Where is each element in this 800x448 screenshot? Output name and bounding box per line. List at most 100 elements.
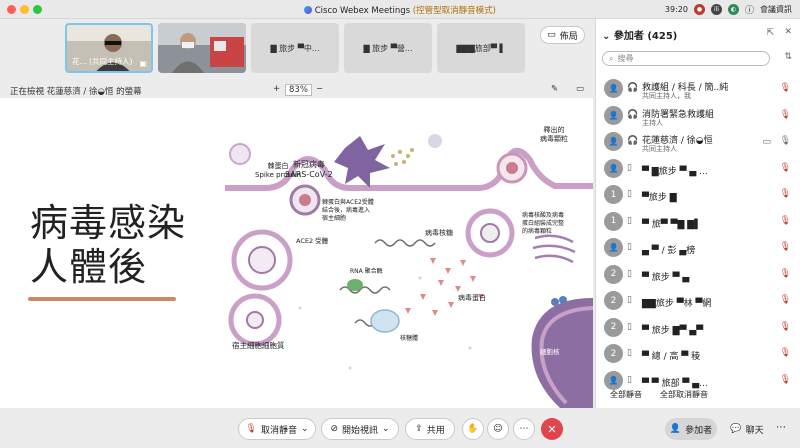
info-icon[interactable]: ⓘ	[745, 3, 754, 16]
chevron-down-icon[interactable]: ⌄	[301, 424, 309, 434]
ace2-receptor-label: ACE2 受體	[296, 237, 329, 245]
more-icon: ⋯	[519, 424, 529, 434]
annotate-icon[interactable]: ✎	[551, 84, 558, 94]
video-thumbnail-1[interactable]: 花... (共同主持人) ▣	[65, 23, 153, 73]
participant-name: ▄ ▀ / 彭 ▄榜	[642, 246, 696, 256]
participant-row[interactable]: 👤 ▯ ▄ ▀ / 彭 ▄榜 🎙︎	[596, 235, 800, 261]
viral-rna	[374, 239, 436, 247]
raise-hand-button[interactable]: ✋	[462, 418, 484, 440]
participant-avatar: 2	[604, 344, 623, 363]
virus-infection-diagram	[225, 134, 593, 408]
mic-muted-icon[interactable]: 🎙︎	[780, 348, 791, 358]
ribosome	[370, 309, 400, 333]
mic-muted-icon[interactable]: 🎙︎	[780, 110, 791, 120]
participant-video	[158, 23, 246, 73]
mic-muted-icon[interactable]: 🎙︎	[780, 295, 791, 305]
participant-row[interactable]: 2 ▯ ▀ 旅步 ▇▀ ▄▀ 🎙︎	[596, 315, 800, 341]
cytoplasm-label: 宿主細胞細胞質	[232, 341, 285, 350]
mic-muted-icon[interactable]: 🎙︎	[780, 375, 791, 385]
participant-row[interactable]: 1 ▯ ▀旅步 ▇ 🎙︎	[596, 182, 800, 208]
mic-muted-icon[interactable]: 🎙︎	[780, 83, 791, 93]
start-video-button[interactable]: ⊘ 開始視訊 ⌄	[321, 418, 399, 440]
webex-logo-icon	[304, 6, 313, 14]
phone-icon: ▯	[627, 268, 632, 279]
panel-header: ⌄ 參加者 (425)	[602, 31, 678, 42]
mic-icon[interactable]: 🎙︎	[780, 136, 791, 146]
close-panel-icon[interactable]: ✕	[784, 27, 792, 37]
participant-row[interactable]: 1 ▯ ▀ 旅▀ ▀▇ ▇▌ 🎙︎	[596, 209, 800, 235]
zoom-out-button[interactable]: −	[316, 84, 323, 94]
nucleus-label: 細胞核	[540, 348, 560, 356]
phone-icon: ▯	[627, 374, 632, 385]
people-icon: 👤	[669, 424, 682, 434]
network-icon[interactable]: ◐	[727, 4, 739, 15]
chat-button[interactable]: 💬 聊天	[727, 418, 767, 440]
phone-icon: ▯	[627, 242, 632, 252]
participant-row[interactable]: 👤 🎧 消防署緊急救護組 主持人 🎙︎	[596, 103, 800, 129]
mic-muted-icon[interactable]: 🎙︎	[780, 322, 791, 332]
chat-icon: 💬	[730, 424, 742, 434]
reactions-button[interactable]: ☺	[487, 418, 509, 440]
video-camera-icon: ▭	[762, 137, 771, 147]
meeting-info-link[interactable]: 會議資訊	[760, 4, 792, 15]
more-options-button[interactable]: ⋯	[513, 418, 535, 440]
smiley-icon: ☺	[493, 424, 503, 434]
participant-avatar: 👤	[604, 370, 623, 390]
participant-row[interactable]: 2 ▯ ▇▇旅步 ▀林 ▀網 🎙︎	[596, 288, 800, 314]
participant-row[interactable]: 2 ▯ ▀ 總 / 高 ▀ 稜 🎙︎	[596, 341, 800, 367]
mic-muted-icon[interactable]: 🎙︎	[780, 216, 791, 226]
viral-proteins	[405, 258, 484, 316]
participant-name: ▀旅步 ▇	[642, 193, 677, 203]
participant-row[interactable]: 👤 🎧 救護組 / 科長 / 簡..純 共同主持人，我 🎙︎	[596, 76, 800, 102]
share-button[interactable]: ⇪ 共用	[405, 418, 455, 440]
video-thumbnail-5[interactable]: ▇▇▇旅部▀ ▌	[437, 23, 525, 73]
mic-muted-icon[interactable]: 🎙︎	[780, 242, 791, 252]
mic-muted-icon[interactable]: 🎙︎	[780, 163, 791, 173]
search-input[interactable]: ⌕ 搜尋	[602, 51, 770, 66]
mic-muted-icon[interactable]: 🎙︎	[780, 189, 791, 199]
phone-icon: ▯	[627, 348, 632, 358]
chevron-down-icon[interactable]: ⌄	[382, 424, 390, 434]
mic-muted-icon[interactable]: 🎙︎	[780, 269, 791, 279]
video-thumbnail-3[interactable]: ▇ 旅步 ▀中...	[251, 23, 339, 73]
unmute-all-button[interactable]: 全部取消靜音	[660, 389, 708, 400]
user-avatar-icon[interactable]: ili	[710, 4, 722, 15]
unmute-button[interactable]: 🎙︎ 取消靜音 ⌄	[238, 418, 316, 440]
participants-button[interactable]: 👤 參加者	[665, 418, 717, 440]
participant-row[interactable]: 👤 ▯ ▀ ▇旅步 ▀ ▄ ... 🎙︎	[596, 156, 800, 182]
virus-particle	[229, 143, 251, 165]
popout-icon[interactable]: ⇱	[766, 28, 774, 38]
participant-row[interactable]: 2 ▯ ▀ 旅步 ▀ ▄ 🎙︎	[596, 262, 800, 288]
layout-button[interactable]: ▭ 佈局	[540, 26, 585, 44]
collapse-chevron-icon[interactable]: ⌄	[602, 31, 610, 42]
zoom-level[interactable]: 83%	[285, 84, 312, 96]
video-thumbnail-4[interactable]: ▇ 旅步 ▀營...	[344, 23, 432, 73]
rna-polymerase-label: RNA 聚合酶	[350, 268, 383, 275]
sort-icon[interactable]: ⇅	[784, 52, 792, 62]
ribosome-label: 核糖體	[400, 335, 419, 342]
leave-meeting-button[interactable]: ✕	[541, 418, 563, 440]
share-icon: ⇪	[415, 424, 423, 434]
zoom-in-button[interactable]: +	[273, 84, 280, 94]
participant-avatar: 1	[604, 211, 623, 231]
layout-icon: ▭	[547, 30, 556, 40]
screen-options-icon[interactable]: ▭	[576, 84, 584, 94]
ace2-binding-label: 棘蛋白與ACE2受體 結合後，病毒進入 宿主細胞	[322, 199, 374, 222]
participant-name: ▀ ▇旅步 ▀ ▄ ...	[642, 166, 708, 177]
meeting-toolbar: 🎙︎ 取消靜音 ⌄ ⊘ 開始視訊 ⌄ ⇪ 共用 ✋ ☺ ⋯ ✕ 👤 參加者 💬 …	[0, 408, 800, 448]
phone-icon: ▯	[627, 162, 632, 173]
viewing-label: 正在檢視 花蓮慈濟 / 徐◒恒 的螢幕	[10, 87, 142, 97]
headset-icon: 🎧	[627, 136, 639, 146]
participant-avatar: 2	[604, 317, 623, 337]
more-panels-icon[interactable]: ⋯	[776, 422, 786, 433]
meeting-timer: 39:20	[664, 5, 688, 14]
released-virus-label: 釋出的 病毒顆粒	[540, 126, 568, 143]
participant-row[interactable]: 👤 🎧 花蓮慈濟 / 徐◒恒 共同主持人 ▭ 🎙︎	[596, 129, 800, 155]
participant-name: ▀ 旅步 ▇▀ ▄▀	[642, 325, 704, 336]
phone-icon: ▯	[627, 321, 632, 332]
mute-all-button[interactable]: 全部靜音	[610, 389, 642, 400]
video-thumbnail-2[interactable]	[158, 23, 246, 73]
participant-name: ▀ ▀ 旅部 ▀ ▄...	[642, 378, 708, 389]
mic-muted-icon: 🎙︎	[245, 424, 257, 434]
pin-icon[interactable]: ▣	[139, 59, 147, 68]
